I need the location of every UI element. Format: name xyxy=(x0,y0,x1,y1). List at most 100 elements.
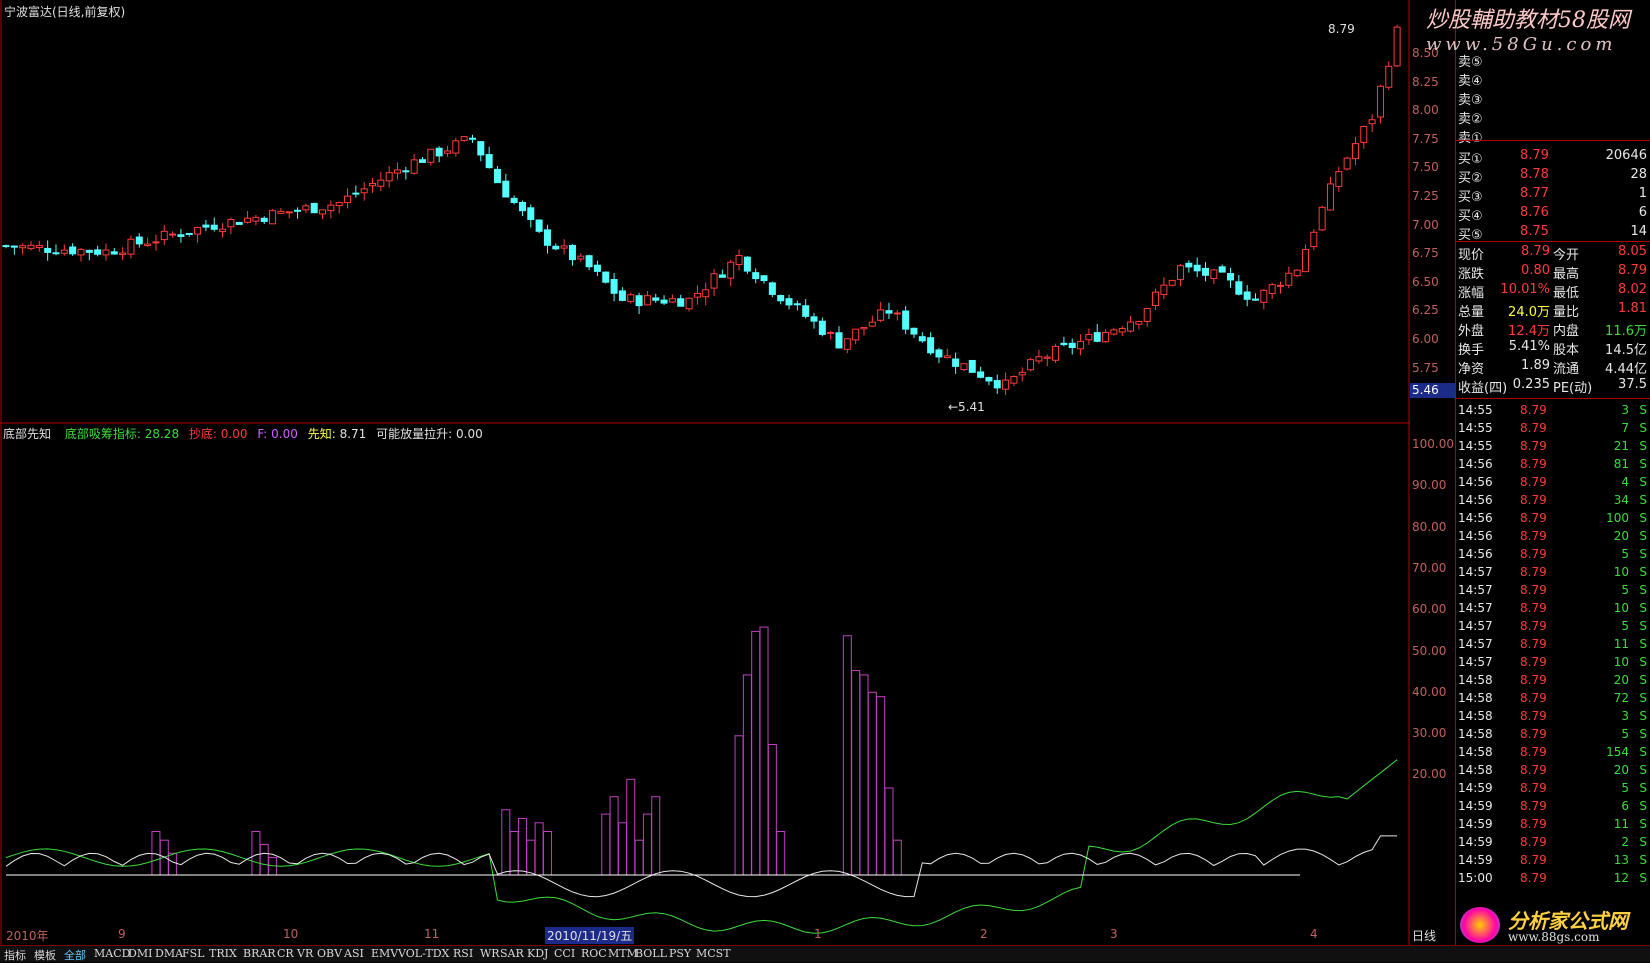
candle-body xyxy=(1260,289,1268,303)
candle-body xyxy=(52,252,60,255)
chart-area[interactable]: 宁波富达(日线,前复权) 8.79 ←5.41 底部先知 底部吸筹指标: 28.… xyxy=(0,0,1410,945)
tick-row: 14:58 8.79 72 S xyxy=(1456,690,1650,708)
tick-row: 14:56 8.79 20 S xyxy=(1456,528,1650,546)
tick-side: S xyxy=(1639,511,1647,525)
candle-body xyxy=(244,217,252,223)
candle-body xyxy=(1193,264,1201,272)
indicator-tab[interactable]: DMA xyxy=(155,947,183,960)
indicator-l3-label: F: xyxy=(257,427,268,441)
candle-body xyxy=(10,245,18,248)
indicator-tab[interactable]: ASI xyxy=(344,947,364,960)
indicator-tab[interactable]: FSL xyxy=(182,947,204,960)
indicator-l4-label: 先知: xyxy=(307,427,336,441)
tick-price: 8.79 xyxy=(1520,565,1547,579)
candle-body xyxy=(485,154,493,169)
indicator-tab[interactable]: WR xyxy=(480,947,500,960)
date-label-9: 9 xyxy=(118,927,126,941)
indicator-l4-value: 8.71 xyxy=(339,427,367,441)
stock-title: 宁波富达(日线,前复权) xyxy=(4,5,126,19)
indicator-tab[interactable]: EMV xyxy=(371,947,398,960)
indicator-tab[interactable]: MCST xyxy=(696,947,731,960)
candle-body xyxy=(852,328,860,341)
tick-time: 14:58 xyxy=(1458,691,1493,705)
date-label-1: 1 xyxy=(814,927,822,941)
tick-time: 14:56 xyxy=(1458,547,1493,561)
candle-body xyxy=(227,219,235,228)
indicator-tab-bar[interactable]: 指标 模板 全部 MACD DMI DMA FSL TRIX BRAR CR VR OBV ASI EMV… xyxy=(0,945,1650,962)
quote-stat-row: 收益(四) 0.235 PE(动) 37.5 xyxy=(1456,376,1650,396)
buy-level-volume: 6 xyxy=(1638,205,1647,220)
indicator-tab[interactable]: CR xyxy=(277,947,294,960)
indicator-tick-label: 30.00 xyxy=(1412,726,1447,741)
candle-body xyxy=(677,298,685,307)
candle-body xyxy=(1168,279,1176,286)
tick-price: 8.79 xyxy=(1520,619,1547,633)
candle-body xyxy=(668,298,676,303)
sell-level-label: 卖③ xyxy=(1458,93,1483,108)
indicator-tab[interactable]: VOL-TDX xyxy=(398,947,449,960)
candle-body xyxy=(1293,269,1301,277)
sell-level-label: 卖① xyxy=(1458,131,1483,146)
candle-body xyxy=(219,228,227,233)
indicator-tab[interactable]: ROC xyxy=(581,947,607,960)
sell-level-row: 卖⑤ xyxy=(1456,50,1650,70)
candle-body xyxy=(643,295,651,306)
tick-volume: 4 xyxy=(1621,475,1629,489)
tick-volume: 2 xyxy=(1621,835,1629,849)
candle-body xyxy=(402,170,410,173)
quote-stat-row: 现价 8.79 今开 8.05 xyxy=(1456,243,1650,263)
tick-row: 14:59 8.79 5 S xyxy=(1456,780,1650,798)
candle-body xyxy=(1360,125,1368,143)
indicator-tab[interactable]: CCI xyxy=(554,947,575,960)
candle-body xyxy=(902,310,910,330)
tick-volume: 10 xyxy=(1613,601,1629,615)
candle-body xyxy=(843,338,851,350)
indicator-tab[interactable]: MTM xyxy=(608,947,638,960)
date-axis: 2010年 9 10 11 2010/11/19/五 1 2 3 4 xyxy=(0,926,1410,944)
candle-body xyxy=(727,261,735,279)
buy-level-label: 买① xyxy=(1458,152,1483,167)
candle-body xyxy=(827,331,835,334)
tick-price: 8.79 xyxy=(1520,475,1547,489)
quote-label-b: PE(动) xyxy=(1553,381,1593,396)
indicator-tab[interactable]: RSI xyxy=(453,947,473,960)
tick-price: 8.79 xyxy=(1520,853,1547,867)
price-tick-label: 7.50 xyxy=(1412,160,1439,175)
candle-body xyxy=(593,264,601,272)
main-chart-svg[interactable] xyxy=(0,0,1410,945)
candle-body xyxy=(818,320,826,335)
candle-body xyxy=(85,249,93,253)
indicator-tab[interactable]: PSY xyxy=(669,947,691,960)
indicator-tab[interactable]: MACD xyxy=(94,947,130,960)
candle-body xyxy=(119,252,127,256)
candle-body xyxy=(335,202,343,207)
candle-body xyxy=(952,358,960,367)
indicator-tab[interactable]: SAR xyxy=(500,947,524,960)
price-tick-label: 7.00 xyxy=(1412,217,1439,232)
indicator-tab[interactable]: OBV xyxy=(317,947,342,960)
tick-side: S xyxy=(1639,565,1647,579)
candle-body xyxy=(1318,206,1326,231)
indicator-tick-label: 90.00 xyxy=(1412,478,1447,493)
indicator-l1-value: 28.28 xyxy=(144,427,180,441)
indicator-tab[interactable]: TRIX xyxy=(209,947,237,960)
indicator-tick-label: 50.00 xyxy=(1412,643,1447,658)
tick-time: 14:57 xyxy=(1458,637,1493,651)
tick-row: 14:56 8.79 81 S xyxy=(1456,456,1650,474)
indicator-tab[interactable]: DMI xyxy=(128,947,152,960)
candle-body xyxy=(1285,272,1293,286)
indicator-tab[interactable]: BOLL xyxy=(635,947,667,960)
indicator-tick-label: 40.00 xyxy=(1412,684,1447,699)
tick-volume: 5 xyxy=(1621,583,1629,597)
tick-side: S xyxy=(1639,439,1647,453)
indicator-tab[interactable]: VR xyxy=(297,947,313,960)
indicator-tab[interactable]: BRAR xyxy=(243,947,276,960)
tick-volume: 20 xyxy=(1613,763,1629,777)
tick-price: 8.79 xyxy=(1520,457,1547,471)
indicator-tab[interactable]: KDJ xyxy=(527,947,548,960)
indicator-tick-label: 20.00 xyxy=(1412,767,1447,782)
candle-body xyxy=(135,236,143,245)
indicator-header: 底部先知 底部吸筹指标: 28.28 抄底: 0.00 F: 0.00 先知: … xyxy=(3,425,483,442)
quote-label-b: 内盘 xyxy=(1553,324,1580,339)
indicator-l5-value: 0.00 xyxy=(456,427,483,441)
